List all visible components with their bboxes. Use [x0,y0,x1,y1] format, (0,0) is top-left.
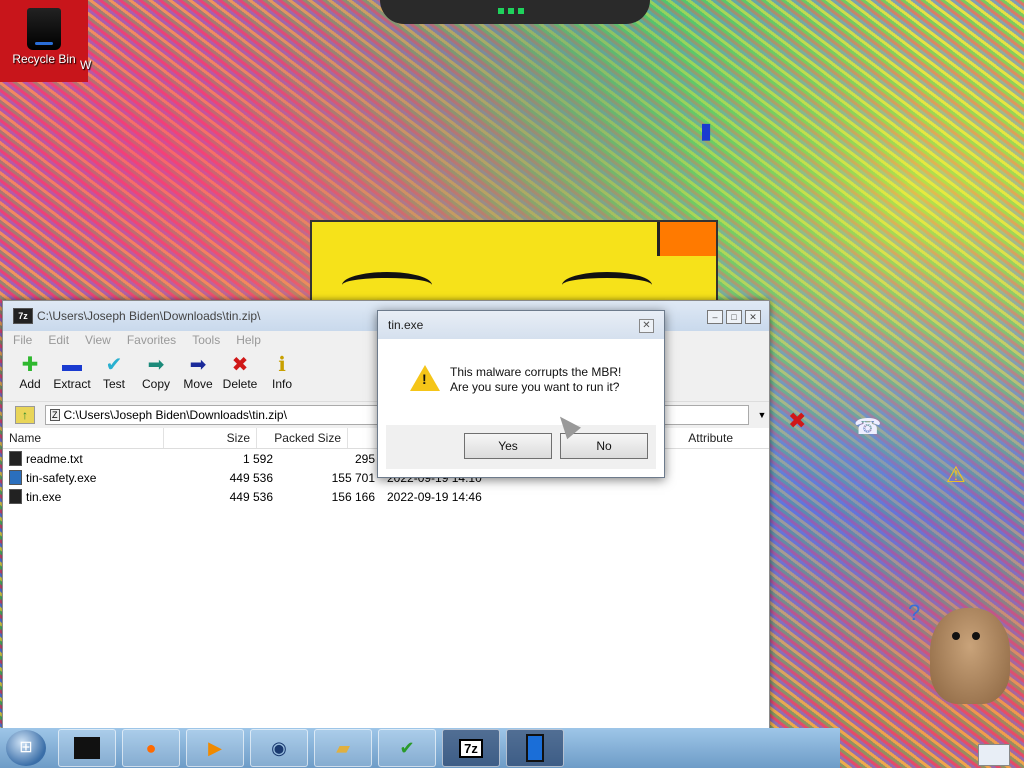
taskbar-7zip[interactable]: 7z [442,729,500,767]
archive-icon: Z [50,409,60,421]
menu-tools[interactable]: Tools [192,333,220,347]
firefox-icon: ● [145,737,157,758]
recycle-bin-icon[interactable]: Recycle Bin [0,0,88,82]
7zip-icon: 7z [459,738,483,758]
move-button[interactable]: ➡ Move [179,349,217,401]
no-button[interactable]: No [560,433,648,459]
extract-button[interactable]: ▬ Extract [53,349,91,401]
menu-favorites[interactable]: Favorites [127,333,176,347]
led-icon [508,8,514,14]
warning-icon: ⚠ [946,462,966,487]
add-button[interactable]: ✚ Add [11,349,49,401]
delete-button[interactable]: ✖ Delete [221,349,259,401]
taskbar: ⊞ ● ▶ ◉ ▰ ✔ 7z [0,728,840,768]
close-icon[interactable]: ✕ [639,319,654,333]
dialog-title: tin.exe [388,318,424,332]
dialog-message: This malware corrupts the MBR! Are you s… [450,365,622,394]
menu-file[interactable]: File [13,333,32,347]
test-button[interactable]: ✔ Test [95,349,133,401]
menu-help[interactable]: Help [236,333,261,347]
taskbar-checklist[interactable]: ✔ [378,729,436,767]
delete-x-icon: ✖ [231,354,249,376]
check-icon: ✔ [105,354,123,376]
trash-icon [27,8,61,50]
table-row[interactable]: tin.exe 449 536 156 166 2022-09-19 14:46 [3,487,769,506]
menu-view[interactable]: View [85,333,111,347]
menu-edit[interactable]: Edit [48,333,69,347]
dialog-body: ! This malware corrupts the MBR! Are you… [386,341,656,425]
error-icon: ✖ [788,408,807,433]
maximize-icon[interactable]: □ [726,310,742,324]
info-button[interactable]: ℹ Info [263,349,301,401]
phone-icon: ☎ [854,414,882,439]
help-icon: ? [908,600,921,625]
info-icon: ℹ [278,354,286,376]
address-path: C:\Users\Joseph Biden\Downloads\tin.zip\ [63,408,287,422]
taskbar-device[interactable] [506,729,564,767]
exe-file-icon [9,489,22,504]
recycle-bin-label: Recycle Bin [12,52,76,66]
up-folder-button[interactable]: ↑ [15,406,35,424]
media-player-icon: ▶ [208,737,222,758]
column-name[interactable]: Name [3,428,164,448]
copy-button[interactable]: ➡ Copy [137,349,175,401]
top-gadget-bar [380,0,650,24]
column-size[interactable]: Size [164,428,257,448]
terminal-icon [74,737,100,759]
dialog-footer: Yes No [386,425,656,469]
glitch-icon: ▮ [700,118,713,143]
desktop-yellow-image [310,220,718,304]
confirm-dialog[interactable]: tin.exe ✕ ! This malware corrupts the MB… [377,310,665,478]
desktop-icon-label[interactable]: W [80,58,91,72]
checklist-icon: ✔ [399,737,415,758]
hamster-image [930,608,1010,704]
warning-icon: ! [410,365,440,391]
move-arrow-icon: ➡ [189,354,207,376]
dialog-title-bar[interactable]: tin.exe [378,311,664,339]
taskbar-globe[interactable]: ◉ [250,729,308,767]
chevron-down-icon[interactable]: ▼ [755,410,769,420]
taskbar-folder[interactable]: ▰ [314,729,372,767]
window-title: C:\Users\Joseph Biden\Downloads\tin.zip\ [37,309,261,323]
globe-icon: ◉ [271,737,287,758]
minimize-icon[interactable]: – [707,310,723,324]
yes-button[interactable]: Yes [464,433,552,459]
text-file-icon [9,451,22,466]
taskbar-terminal[interactable] [58,729,116,767]
plus-icon: ✚ [21,354,39,376]
start-button[interactable]: ⊞ [6,730,46,766]
exe-file-icon [9,470,22,485]
taskbar-media-player[interactable]: ▶ [186,729,244,767]
close-icon[interactable]: ✕ [745,310,761,324]
device-icon [526,734,544,762]
column-packed-size[interactable]: Packed Size [257,428,348,448]
led-icon [518,8,524,14]
eye-shape [342,272,432,298]
minus-icon: ▬ [62,354,82,376]
tray-icon[interactable] [978,744,1010,766]
copy-arrow-icon: ➡ [147,354,165,376]
folder-icon: ▰ [336,737,350,758]
taskbar-firefox[interactable]: ● [122,729,180,767]
eye-shape [562,272,652,298]
led-icon [498,8,504,14]
7zip-app-icon: 7z [13,308,33,324]
